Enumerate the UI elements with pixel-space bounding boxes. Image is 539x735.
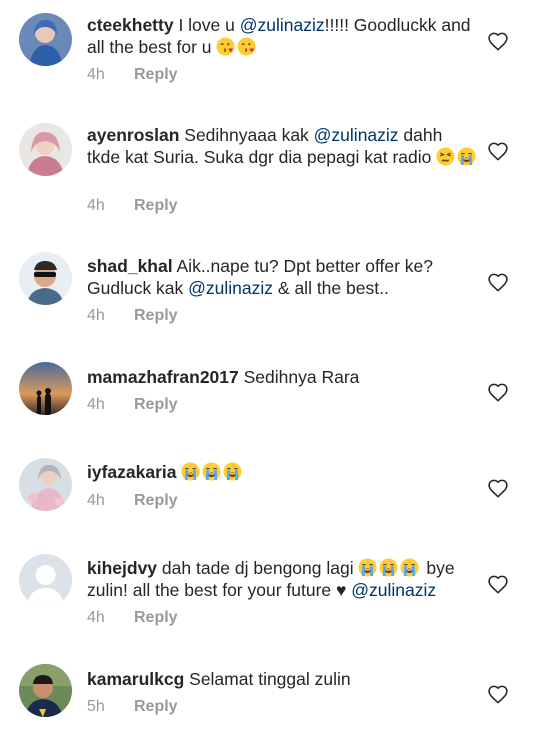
- comment-meta: 4h Reply: [87, 196, 178, 216]
- comment-username[interactable]: iyfazakaria: [87, 462, 177, 482]
- comment-text: mamazhafran2017 Sedihnya Rara: [87, 366, 479, 388]
- comment-meta: 4h Reply: [87, 491, 178, 511]
- comment-text: kihejdvy dah tade dj bengong lagi bye zu…: [87, 557, 479, 601]
- comment-text-segment: Selamat tinggal zulin: [184, 669, 351, 689]
- comment-text-segment: & all the best..: [273, 278, 389, 298]
- comment-time: 4h: [87, 492, 105, 509]
- comment-text-segment: dah tade dj bengong lagi: [157, 558, 359, 578]
- comment-text: kamarulkcg Selamat tinggal zulin: [87, 668, 479, 690]
- avatar[interactable]: [19, 123, 72, 176]
- heart-outline-icon[interactable]: [487, 272, 509, 292]
- heart-outline-icon[interactable]: [487, 684, 509, 704]
- comment-meta: 4h Reply: [87, 65, 178, 85]
- loudly-crying-face-emoji-icon: [202, 462, 221, 481]
- reply-button[interactable]: Reply: [134, 197, 178, 214]
- comment-text: shad_khal Aik..nape tu? Dpt better offer…: [87, 255, 479, 299]
- loudly-crying-face-emoji-icon: [358, 558, 377, 577]
- comment-meta: 4h Reply: [87, 608, 178, 628]
- persevering-face-emoji-icon: [436, 147, 455, 166]
- mention-link[interactable]: @zulinaziz: [351, 580, 436, 600]
- comment-time: 5h: [87, 698, 105, 715]
- comment-time: 4h: [87, 396, 105, 413]
- comment-body: Selamat tinggal zulin: [184, 669, 351, 689]
- comment-time: 4h: [87, 197, 105, 214]
- heart-outline-icon[interactable]: [487, 478, 509, 498]
- heart-outline-icon[interactable]: [487, 574, 509, 594]
- heart-outline-icon[interactable]: [487, 31, 509, 51]
- comment-body: [177, 462, 245, 482]
- heart-outline-icon[interactable]: [487, 382, 509, 402]
- face-blowing-kiss-emoji-icon: [237, 37, 256, 56]
- comment-text: cteekhetty I love u @zulinaziz!!!!! Good…: [87, 14, 479, 58]
- comment-text: iyfazakaria: [87, 461, 479, 483]
- avatar[interactable]: [19, 13, 72, 66]
- comment-body: Sedihnya Rara: [239, 367, 360, 387]
- face-blowing-kiss-emoji-icon: [216, 37, 235, 56]
- reply-button[interactable]: Reply: [134, 609, 178, 626]
- comment-time: 4h: [87, 609, 105, 626]
- comment-time: 4h: [87, 66, 105, 83]
- loudly-crying-face-emoji-icon: [400, 558, 419, 577]
- mention-link[interactable]: @zulinaziz: [314, 125, 399, 145]
- reply-button[interactable]: Reply: [134, 698, 178, 715]
- comment-username[interactable]: kihejdvy: [87, 558, 157, 578]
- comment-time: 4h: [87, 307, 105, 324]
- avatar[interactable]: [19, 362, 72, 415]
- loudly-crying-face-emoji-icon: [181, 462, 200, 481]
- reply-button[interactable]: Reply: [134, 396, 178, 413]
- comment-username[interactable]: mamazhafran2017: [87, 367, 239, 387]
- comment-username[interactable]: ayenroslan: [87, 125, 179, 145]
- loudly-crying-face-emoji-icon: [379, 558, 398, 577]
- comment-username[interactable]: kamarulkcg: [87, 669, 184, 689]
- comment-username[interactable]: shad_khal: [87, 256, 173, 276]
- loudly-crying-face-emoji-icon: [223, 462, 242, 481]
- avatar[interactable]: [19, 554, 72, 607]
- comment-meta: 4h Reply: [87, 306, 178, 326]
- comment-meta: 5h Reply: [87, 697, 178, 717]
- avatar[interactable]: [19, 458, 72, 511]
- comment-text-segment: Sedihnya Rara: [238, 367, 360, 387]
- mention-link[interactable]: @zulinaziz: [240, 15, 325, 35]
- reply-button[interactable]: Reply: [134, 307, 178, 324]
- avatar[interactable]: [19, 664, 72, 717]
- comment-text: ayenroslan Sedihnyaaa kak @zulinaziz dah…: [87, 124, 479, 168]
- comment-text-segment: Sedihnyaaa kak: [179, 125, 314, 145]
- comment-text-segment: I love u: [173, 15, 240, 35]
- reply-button[interactable]: Reply: [134, 492, 178, 509]
- loudly-crying-face-emoji-icon: [457, 147, 476, 166]
- avatar[interactable]: [19, 252, 72, 305]
- heart-outline-icon[interactable]: [487, 141, 509, 161]
- mention-link[interactable]: @zulinaziz: [188, 278, 273, 298]
- reply-button[interactable]: Reply: [134, 66, 178, 83]
- comment-username[interactable]: cteekhetty: [87, 15, 174, 35]
- comment-meta: 4h Reply: [87, 395, 178, 415]
